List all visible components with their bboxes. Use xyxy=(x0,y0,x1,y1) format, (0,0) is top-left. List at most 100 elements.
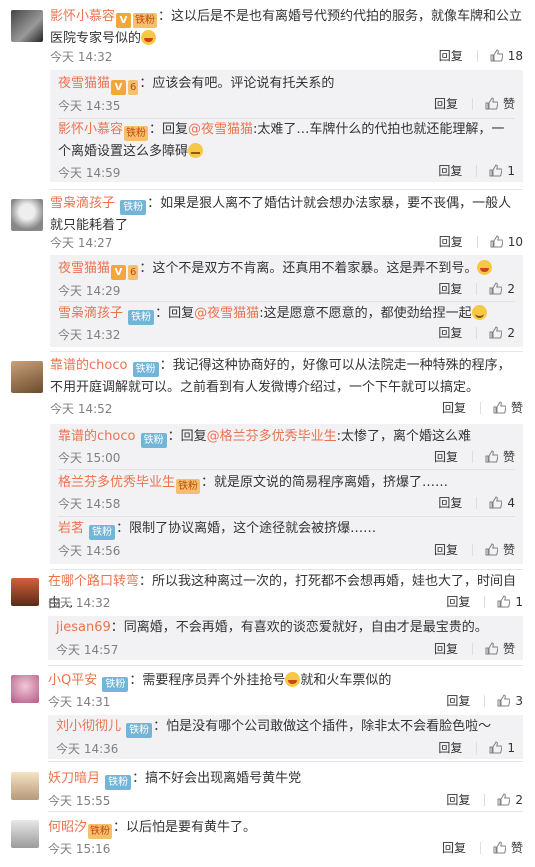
avatar[interactable] xyxy=(11,675,39,703)
reply-button[interactable]: 回复 xyxy=(434,541,458,558)
like-button[interactable]: 赞 xyxy=(485,541,515,558)
comment-actions: 回复 18 xyxy=(439,47,523,64)
comment-text: 就和火车票似的 xyxy=(300,673,392,688)
reply-author[interactable]: jiesan69 xyxy=(56,620,111,635)
thumb-up-icon xyxy=(497,793,511,806)
reply-time: 今天 14:35 xyxy=(58,99,121,113)
level-badge: 6 xyxy=(128,80,139,95)
comment-author[interactable]: 雪枭滴孩子 xyxy=(50,196,115,211)
reply-button[interactable]: 回复 xyxy=(438,494,462,511)
thumb-up-icon xyxy=(485,450,498,463)
like-button[interactable]: 1 xyxy=(489,164,515,178)
reply-time: 今天 14:36 xyxy=(56,742,119,756)
reply-button[interactable]: 回复 xyxy=(442,399,466,416)
mention-link[interactable]: @格兰芬多优秀毕业生 xyxy=(207,429,337,444)
thumb-up-icon xyxy=(489,164,503,177)
like-button[interactable]: 赞 xyxy=(485,448,515,465)
like-button[interactable]: 赞 xyxy=(493,839,523,856)
reply-text: ：就是原文说的简易程序离婚，挤爆了…… xyxy=(201,475,449,490)
reply-time: 今天 14:32 xyxy=(58,328,121,342)
reply-button[interactable]: 回复 xyxy=(446,692,470,709)
reply-author[interactable]: 靠谱的choco xyxy=(58,429,135,444)
comment-text: ：以后怕是要有黄牛了。 xyxy=(113,820,257,835)
fan-badge: 铁粉 xyxy=(128,310,155,325)
thumb-up-icon xyxy=(490,49,503,62)
comment-author[interactable]: 妖刀暗月 xyxy=(48,771,100,786)
thumb-up-icon xyxy=(485,97,498,110)
reply-button[interactable]: 回复 xyxy=(438,739,462,756)
reply-button[interactable]: 回复 xyxy=(438,162,462,179)
avatar[interactable] xyxy=(11,199,43,231)
reply-button[interactable]: 回复 xyxy=(438,324,462,341)
mention-link[interactable]: @夜雪猫猫 xyxy=(194,306,259,321)
thumb-up-icon xyxy=(493,841,506,854)
reply-time: 今天 15:00 xyxy=(58,451,121,465)
avatar[interactable] xyxy=(11,772,39,800)
reply-author[interactable]: 夜雪猫猫 xyxy=(58,76,110,91)
reply-box: 夜雪猫猫 V 6 ：应该会有吧。评论说有托关系的 今天 14:35 回复 赞 影怀小慕容… xyxy=(50,70,523,182)
reply-time: 今天 14:57 xyxy=(56,643,119,657)
comment-author[interactable]: 影怀小慕容 xyxy=(50,9,115,24)
thumb-up-icon xyxy=(490,235,503,248)
like-button[interactable]: 2 xyxy=(489,282,515,296)
reply-author[interactable]: 夜雪猫猫 xyxy=(58,261,110,276)
reply-button[interactable]: 回复 xyxy=(442,839,466,856)
reply-button[interactable]: 回复 xyxy=(439,233,463,250)
like-button[interactable]: 2 xyxy=(497,793,523,807)
reply-author[interactable]: 格兰芬多优秀毕业生 xyxy=(58,475,175,490)
comment: 妖刀暗月 铁粉 ：搞不好会出现离婚号黄牛党 今天 15:55 回复 2 xyxy=(0,762,535,812)
reply-button[interactable]: 回复 xyxy=(439,47,463,64)
reply-author[interactable]: 刘小彻彻儿 xyxy=(56,719,121,734)
level-badge: 铁粉 xyxy=(124,126,149,141)
sweat-emoji-icon xyxy=(188,143,204,158)
like-button[interactable]: 赞 xyxy=(485,640,515,657)
thumb-up-icon xyxy=(497,694,511,707)
comment-author[interactable]: 在哪个路口转弯 xyxy=(48,574,139,589)
like-button[interactable]: 赞 xyxy=(493,399,523,416)
level-badge: 铁粉 xyxy=(88,824,113,839)
reply-button[interactable]: 回复 xyxy=(434,95,458,112)
reply-text: :这是愿意不愿意的，都使劲给捏一起 xyxy=(259,306,472,321)
reply-author[interactable]: 雪枭滴孩子 xyxy=(58,306,123,321)
reply-time: 今天 14:59 xyxy=(58,166,121,180)
like-button[interactable]: 1 xyxy=(489,741,515,755)
reply-button[interactable]: 回复 xyxy=(434,448,458,465)
reply-time: 今天 14:56 xyxy=(58,544,121,558)
avatar[interactable] xyxy=(11,820,39,848)
reply-box: jiesan69：同离婚，不会再婚，有喜欢的谈恋爱就好，自由才是最宝贵的。 今天… xyxy=(48,616,523,660)
fan-badge: 铁粉 xyxy=(105,775,132,790)
reply-time: 今天 14:58 xyxy=(58,497,121,511)
like-button[interactable]: 10 xyxy=(490,235,523,249)
reply-box: 刘小彻彻儿 铁粉 ：怕是没有哪个公司敢做这个插件，除非太不会看脸色啦～ 今天 14… xyxy=(48,715,523,759)
comment-author[interactable]: 靠谱的choco xyxy=(50,358,127,373)
comment-time: 今天 14:32 xyxy=(50,50,113,64)
avatar[interactable] xyxy=(11,361,43,393)
reply-text: :太惨了，离个婚这么难 xyxy=(336,429,472,444)
comment-text: ：需要程序员弄个外挂抢号 xyxy=(129,673,286,688)
comment-author[interactable]: 小Q平安 xyxy=(48,673,97,688)
like-button[interactable]: 赞 xyxy=(485,95,515,112)
reply-author[interactable]: 影怀小慕容 xyxy=(58,122,123,137)
comment: 何昭汐 铁粉 ：以后怕是要有黄牛了。 今天 15:16 回复 赞 xyxy=(0,812,535,867)
avatar[interactable] xyxy=(11,578,39,606)
reply-button[interactable]: 回复 xyxy=(446,593,470,610)
reply-author[interactable]: 岩茗 xyxy=(58,521,84,536)
mention-link[interactable]: @夜雪猫猫 xyxy=(188,122,253,137)
laugh-emoji-icon xyxy=(141,30,157,45)
like-button[interactable]: 4 xyxy=(489,496,515,510)
comment-author[interactable]: 何昭汐 xyxy=(48,820,87,835)
like-button[interactable]: 3 xyxy=(497,694,523,708)
reply-text: ：怕是没有哪个公司敢做这个插件，除非太不会看脸色啦～ xyxy=(153,719,492,734)
like-button[interactable]: 2 xyxy=(489,326,515,340)
reply-button[interactable]: 回复 xyxy=(438,280,462,297)
level-badge: 铁粉 xyxy=(133,13,158,28)
comment-time: 今天 14:31 xyxy=(48,695,111,709)
like-button[interactable]: 18 xyxy=(490,49,523,63)
reply-button[interactable]: 回复 xyxy=(434,640,458,657)
reply-button[interactable]: 回复 xyxy=(446,791,470,808)
comment-time: 今天 14:52 xyxy=(50,402,113,416)
like-button[interactable]: 1 xyxy=(497,595,523,609)
comment: 雪枭滴孩子 铁粉 ：如果是狠人离不了婚估计就会想办法家暴，要不丧偶，一般人就只能耗… xyxy=(0,190,535,352)
thumb-up-icon xyxy=(497,595,511,608)
avatar[interactable] xyxy=(11,10,43,42)
